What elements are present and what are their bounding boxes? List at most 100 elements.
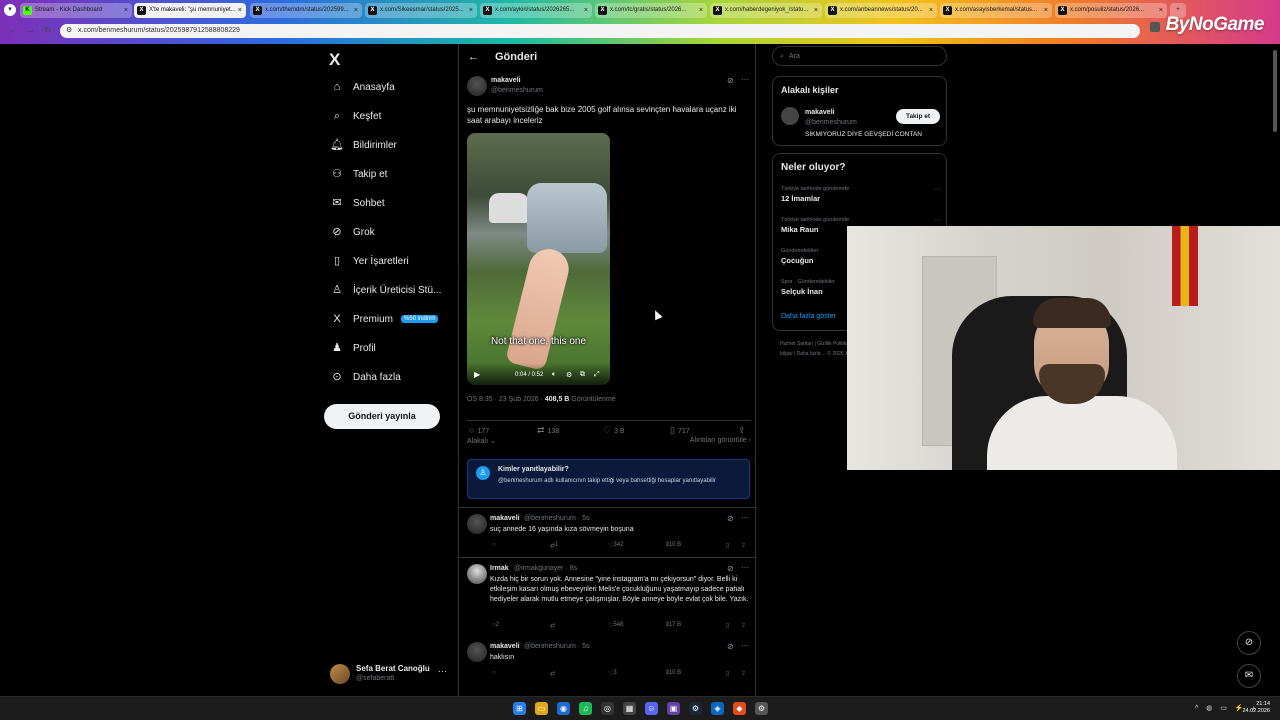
tab-x-status[interactable]: Xx.com/posuliz/status/2026... × [1055, 3, 1167, 18]
avatar[interactable] [467, 564, 487, 584]
avatar[interactable] [467, 642, 487, 662]
reply-button[interactable]: ○ 2 [492, 622, 499, 628]
avatar[interactable] [467, 76, 487, 96]
video-player[interactable]: Not that one, this one ▶ 0:04 / 0:52 🔈︎ … [467, 133, 610, 385]
chrome-icon[interactable]: ◉ [557, 702, 570, 715]
nav-chat[interactable]: ✉ Sohbet [330, 193, 384, 213]
grok-icon[interactable]: ⊘ [727, 76, 734, 85]
grok-icon[interactable]: ⊘ [727, 514, 734, 523]
nav-notifications[interactable]: 🔔︎ Bildirimler [330, 135, 397, 155]
close-icon[interactable]: × [469, 3, 473, 18]
repost-button[interactable]: ⇄ 1 [550, 542, 558, 549]
app-icon[interactable]: ◈ [711, 702, 724, 715]
reply-item[interactable]: makaveli @benmeshurum · 5s ⊘ ··· haklısı… [459, 640, 757, 680]
bookmark-icon[interactable]: ▯ [726, 542, 729, 549]
show-more-link[interactable]: Daha fazla göster [781, 313, 836, 320]
share-button[interactable]: ⇪ [738, 425, 749, 436]
reply-author[interactable]: Irmak [490, 565, 509, 572]
address-bar[interactable]: ⚙ x.com/benmeshurum/status/20259879125888… [60, 24, 1140, 38]
nav-explore[interactable]: ⌕ Keşfet [330, 106, 381, 126]
repost-icon[interactable]: ⇄ [550, 622, 555, 629]
close-icon[interactable]: × [929, 3, 933, 18]
bookmark-icon[interactable]: ▯ [726, 622, 729, 629]
steam-icon[interactable]: ⚙ [689, 702, 702, 715]
account-switcher[interactable]: Sefa Berat Canoğlu @sefaberatt ··· [330, 662, 450, 686]
views-button[interactable]: ⫼ 10 B [666, 542, 681, 549]
nav-profile[interactable]: ♟ Profil [330, 338, 376, 358]
settings-icon[interactable]: ⚙ [566, 371, 572, 379]
share-icon[interactable]: ⇪ [741, 542, 746, 549]
like-button[interactable]: ♡ 548 [608, 622, 623, 629]
scrollbar[interactable] [1273, 50, 1277, 132]
close-icon[interactable]: × [124, 3, 128, 18]
views-button[interactable]: ⫼ 17 B [666, 622, 681, 629]
post-handle[interactable]: @benmeshurum [491, 87, 543, 94]
bookmark-icon[interactable]: ▯ [726, 670, 729, 677]
settings-icon[interactable]: ⚙ [755, 702, 768, 715]
pip-icon[interactable]: ⧉ [580, 371, 585, 379]
follow-button[interactable]: Takip et [896, 109, 940, 124]
tab-x-status[interactable]: Xx.com/aykiri/status/2026265... × [480, 3, 592, 18]
reload-icon[interactable]: ↻ [44, 25, 52, 36]
file-explorer-icon[interactable]: ▭ [535, 702, 548, 715]
tab-x-status[interactable]: Xx.com/tc/gratis/status/2026... × [595, 3, 707, 18]
tab-x-status[interactable]: Xx.com/themdm/status/202599... × [250, 3, 362, 18]
grok-float-button[interactable]: ⊘ [1237, 631, 1261, 655]
reply-icon[interactable]: ○ [492, 542, 496, 548]
site-info-icon[interactable]: ⚙ [66, 24, 72, 38]
extension-icon[interactable] [1150, 22, 1160, 32]
close-icon[interactable]: × [354, 3, 358, 18]
share-icon[interactable]: ⇪ [741, 622, 746, 629]
reply-author[interactable]: makaveli [490, 643, 520, 650]
windows-start-icon[interactable]: ⊞ [513, 702, 526, 715]
reply-author[interactable]: makaveli [490, 515, 520, 522]
reply-button[interactable]: ○ 177 [469, 425, 489, 435]
forward-icon[interactable]: → [26, 25, 35, 35]
related-name[interactable]: makaveli [805, 109, 835, 116]
app-icon[interactable]: ◆ [733, 702, 746, 715]
more-icon[interactable]: ··· [741, 513, 749, 522]
post-author[interactable]: makaveli [491, 77, 521, 84]
clock[interactable]: 21:14 24.02.2026 [1242, 701, 1270, 715]
close-icon[interactable]: × [238, 3, 242, 18]
play-icon[interactable]: ▶ [474, 370, 480, 379]
views-button[interactable]: ⫼ 10 B [666, 670, 681, 677]
more-icon[interactable]: ··· [741, 75, 749, 84]
back-arrow-icon[interactable]: ← [468, 51, 479, 63]
twitch-icon[interactable]: ▣ [667, 702, 680, 715]
reply-item[interactable]: makaveli @benmeshurum · 5s ⊘ ··· suç ann… [459, 512, 757, 556]
nav-follow[interactable]: ⚇ Takip et [330, 164, 387, 184]
tab-kick[interactable]: K Stream - Kick Dashboard × [20, 3, 132, 18]
repost-button[interactable]: ⇄ 138 [537, 425, 559, 436]
close-icon[interactable]: × [699, 3, 703, 18]
nav-more[interactable]: ⊙ Daha fazla [330, 367, 400, 387]
tab-current-post[interactable]: X X'te makaveli: "şu memnuniyet... × [134, 3, 246, 18]
nav-premium[interactable]: X Premium %50 indirim [330, 309, 439, 329]
obs-icon[interactable]: ◎ [601, 702, 614, 715]
avatar[interactable] [467, 514, 487, 534]
nav-bookmarks[interactable]: ▯ Yer İşaretleri [330, 251, 409, 271]
related-handle[interactable]: @benmeshurum [805, 119, 857, 126]
grok-icon[interactable]: ⊘ [727, 564, 734, 573]
grok-icon[interactable]: ⊘ [727, 642, 734, 651]
tab-x-status[interactable]: Xx.com/anbeannews/status/20... × [825, 3, 937, 18]
search-input[interactable]: ⌕ Ara [772, 46, 947, 66]
avatar[interactable] [781, 107, 799, 125]
trend-item[interactable]: Türkiye tarihinde gündemde 12 İmamlar ··· [781, 186, 941, 203]
close-icon[interactable]: × [584, 3, 588, 18]
like-button[interactable]: ♡ 3 B [603, 425, 625, 436]
post-button[interactable]: Gönderi yayınla [324, 404, 440, 429]
app-icon[interactable]: ▦ [623, 702, 636, 715]
close-icon[interactable]: × [1044, 3, 1048, 18]
nav-grok[interactable]: ⊘ Grok [330, 222, 374, 242]
nav-creator-studio[interactable]: ♙ İçerik Üreticisi Stü... [330, 280, 441, 300]
messages-float-button[interactable]: ✉ [1237, 664, 1261, 688]
more-icon[interactable]: ··· [741, 563, 749, 572]
nav-home[interactable]: ⌂ Anasayfa [330, 77, 395, 97]
more-icon[interactable]: ··· [741, 641, 749, 650]
close-icon[interactable]: × [814, 3, 818, 18]
spotify-icon[interactable]: ♫ [579, 702, 592, 715]
reply-icon[interactable]: ○ [492, 670, 496, 676]
tab-x-status[interactable]: Xx.com/Sikeesmar/status/2025... × [365, 3, 477, 18]
tab-x-status[interactable]: Xx.com/asayisberkemal/status... × [940, 3, 1052, 18]
